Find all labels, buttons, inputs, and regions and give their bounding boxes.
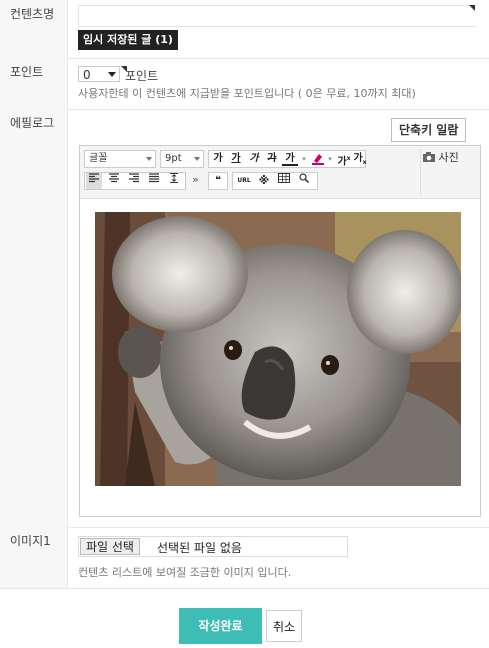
special-char-icon[interactable]: ※ [256, 173, 272, 189]
highlight-color-icon[interactable] [310, 151, 326, 167]
chevron-down-icon [146, 157, 152, 161]
italic-button[interactable]: 가 [246, 151, 262, 167]
photo-label: 사진 [438, 151, 459, 164]
quote-icon[interactable]: ❝ [210, 173, 226, 189]
content-name-row: 컨텐츠명 임시 저장된 글 (1) [0, 0, 489, 59]
epilogue-row: 에필로그 단축키 일람 글꼴 9pt 가 가 가 가 가 ▾ ▾ 가x 가x 사… [0, 109, 489, 528]
point-select[interactable]: 0 [78, 66, 120, 82]
subscript-mark: x [362, 159, 367, 166]
chevron-down-icon [108, 72, 116, 77]
content-name-input[interactable] [78, 5, 476, 27]
point-select-value: 0 [83, 68, 91, 82]
photo-button[interactable]: 사진 [423, 149, 459, 165]
bold-button[interactable]: 가 [210, 151, 226, 167]
file-input[interactable]: 파일 선택 선택된 파일 없음 [78, 536, 348, 557]
font-family-select[interactable]: 글꼴 [84, 150, 156, 168]
point-help-text: 사용자한테 이 컨텐츠에 지급받을 포인트입니다 ( 0은 무료, 10까지 최… [78, 87, 416, 100]
image1-help-text: 컨텐츠 리스트에 보여질 조금한 이미지 입니다. [78, 566, 292, 579]
subscript-label: 가 [353, 153, 363, 164]
editor-toolbar: 글꼴 9pt 가 가 가 가 가 ▾ ▾ 가x 가x 사진 » ❝ URL ※ [80, 146, 480, 199]
superscript-button[interactable]: 가x [336, 151, 352, 167]
line-height-icon[interactable] [166, 173, 182, 189]
subscript-button[interactable]: 가x [352, 151, 368, 167]
align-justify-icon[interactable] [146, 173, 162, 189]
chevron-down-icon[interactable]: ▾ [326, 151, 334, 167]
font-color-button[interactable]: 가 [282, 151, 298, 166]
chevron-down-icon [194, 157, 200, 161]
link-url-icon[interactable]: URL [234, 173, 254, 189]
point-row: 포인트 0 포인트 사용자한테 이 컨텐츠에 지급받을 포인트입니다 ( 0은 … [0, 58, 489, 110]
align-right-icon[interactable] [126, 173, 142, 189]
more-options-icon[interactable]: » [192, 173, 199, 186]
strikethrough-button[interactable]: 가 [264, 151, 280, 167]
file-select-button[interactable]: 파일 선택 [80, 538, 140, 555]
submit-button[interactable]: 작성완료 [179, 608, 262, 644]
shortcut-list-button[interactable]: 단축키 일람 [391, 118, 467, 142]
font-size-select[interactable]: 9pt [160, 150, 204, 168]
superscript-label: 가 [337, 156, 347, 168]
search-icon[interactable] [296, 173, 312, 189]
image1-label: 이미지1 [0, 527, 68, 588]
koala-image [95, 212, 461, 486]
epilogue-label: 에필로그 [0, 109, 68, 527]
align-group [84, 172, 186, 190]
point-unit: 포인트 [125, 69, 159, 83]
toolbar-divider [420, 149, 421, 195]
draft-saved-button[interactable]: 임시 저장된 글 (1) [78, 30, 178, 50]
text-style-group: 가 가 가 가 가 ▾ ▾ 가x 가x [208, 150, 368, 168]
editor-content-area[interactable] [80, 199, 480, 516]
table-icon[interactable] [276, 173, 292, 189]
chevron-down-icon[interactable]: ▾ [300, 151, 308, 167]
cancel-button[interactable]: 취소 [266, 610, 302, 642]
file-status-text: 선택된 파일 없음 [157, 541, 242, 555]
superscript-mark: x [346, 155, 351, 162]
underline-button[interactable]: 가 [228, 151, 244, 167]
content-name-label: 컨텐츠명 [0, 0, 68, 58]
rich-text-editor: 글꼴 9pt 가 가 가 가 가 ▾ ▾ 가x 가x 사진 » ❝ URL ※ [79, 145, 481, 517]
align-center-icon[interactable] [106, 173, 122, 189]
camera-icon [423, 152, 435, 162]
image1-row: 이미지1 파일 선택 선택된 파일 없음 컨텐츠 리스트에 보여질 조금한 이미… [0, 527, 489, 589]
align-left-icon[interactable] [86, 173, 102, 189]
resize-corner-icon [469, 5, 475, 11]
point-label: 포인트 [0, 58, 68, 109]
insert-group: URL ※ [232, 172, 318, 190]
font-family-value: 글꼴 [89, 153, 108, 164]
font-size-value: 9pt [165, 153, 182, 164]
quote-group: ❝ [208, 172, 228, 190]
